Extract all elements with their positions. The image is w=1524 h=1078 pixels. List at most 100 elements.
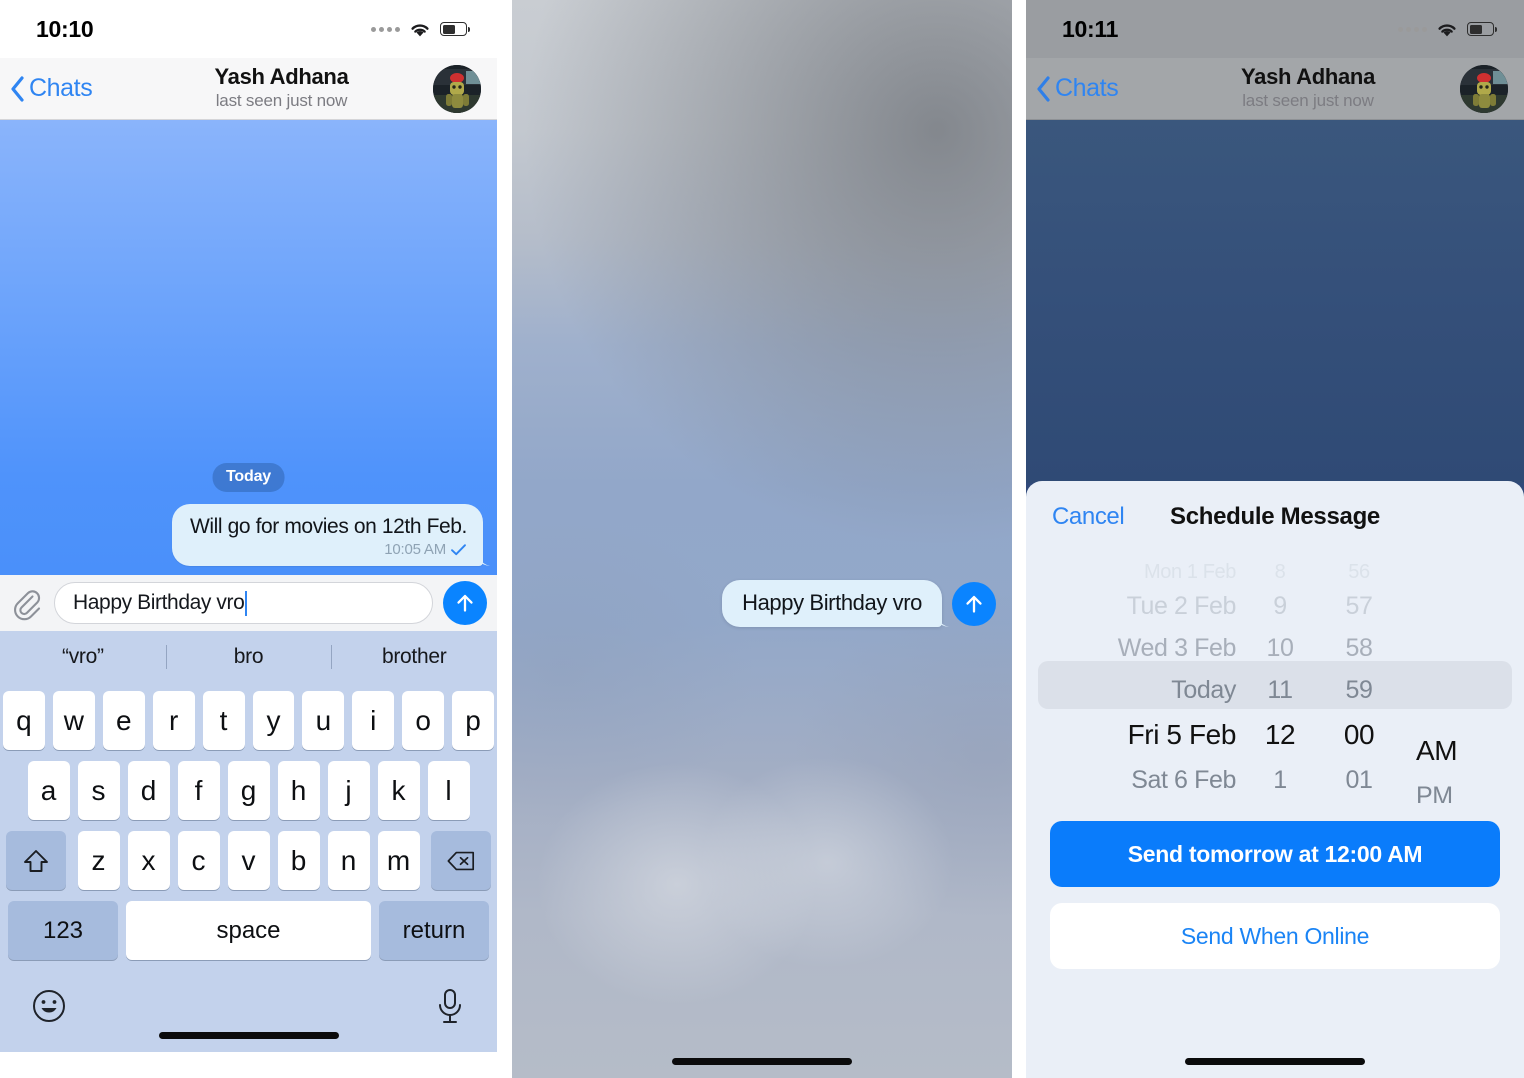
compose-preview-row: Happy Birthday vro [722,580,996,627]
send-arrow-up-icon [966,595,982,613]
chat-header: Chats Yash Adhana last seen just now [1026,58,1524,120]
picker-hour-option[interactable]: 1 [1273,759,1287,801]
key-e[interactable]: e [102,691,145,750]
picker-hour-option[interactable]: 8 [1275,559,1286,585]
message-input[interactable]: Happy Birthday vro [54,582,433,624]
schedule-message-sheet: Cancel Schedule Message Mon 1 Feb Tue 2 … [1026,481,1524,1078]
picker-column-ampm[interactable]: x x x x AM PM [1402,559,1512,803]
avatar-image [1460,64,1508,113]
key-q[interactable]: q [2,691,45,750]
key-a[interactable]: a [27,761,70,820]
key-t[interactable]: t [202,691,245,750]
return-key[interactable]: return [379,901,489,960]
keyboard-row-4: 123 space return [3,901,494,960]
picker-date-option[interactable]: Tue 2 Feb [1127,585,1237,627]
picker-date-option[interactable]: Sat 6 Feb [1131,759,1236,801]
picker-ampm-selected[interactable]: AM [1416,727,1458,775]
pending-message-bubble[interactable]: Happy Birthday vro [722,580,942,627]
space-key[interactable]: space [126,901,371,960]
backspace-key[interactable] [431,831,491,890]
avatar[interactable] [1460,64,1508,113]
picker-date-option[interactable]: Mon 1 Feb [1144,559,1236,585]
chat-title-block[interactable]: Yash Adhana last seen just now [1156,64,1460,111]
key-w[interactable]: w [52,691,95,750]
key-y[interactable]: y [252,691,295,750]
picker-hour-option[interactable]: 11 [1267,669,1293,711]
avatar-image [433,64,481,113]
key-s[interactable]: s [77,761,120,820]
key-g[interactable]: g [227,761,270,820]
key-d[interactable]: d [127,761,170,820]
picker-minute-option[interactable]: 57 [1345,585,1372,627]
microphone-icon[interactable] [433,986,467,1026]
suggestion-1[interactable]: bro [166,645,332,669]
shift-key[interactable] [6,831,66,890]
chat-title-block[interactable]: Yash Adhana last seen just now [130,64,433,111]
key-b[interactable]: b [277,831,320,890]
key-l[interactable]: l [427,761,470,820]
key-p[interactable]: p [452,691,495,750]
picker-minute-option[interactable]: 01 [1345,759,1372,801]
status-bar: 10:10 [0,0,497,58]
cancel-button[interactable]: Cancel [1052,503,1125,531]
message-input-value: Happy Birthday vro [73,591,245,614]
picker-date-option[interactable]: Wed 3 Feb [1118,627,1237,669]
key-o[interactable]: o [402,691,445,750]
picker-column-hour[interactable]: 8 9 10 11 12 1 2 3 [1244,559,1316,803]
page-title: Yash Adhana [214,64,349,89]
picker-column-minute[interactable]: 56 57 58 59 00 01 02 03 [1316,559,1402,803]
numbers-key[interactable]: 123 [8,901,118,960]
keyboard: “vro” bro brother q w e r t y u i o p a … [0,631,497,1052]
key-f[interactable]: f [177,761,220,820]
key-m[interactable]: m [377,831,420,890]
emoji-smiley-icon[interactable] [30,987,68,1025]
picker-minute-option[interactable]: 56 [1348,559,1370,585]
picker-minute-option[interactable]: 58 [1345,627,1372,669]
phone-panel-context-menu: Happy Birthday vro Send Without Sound [512,0,1012,1078]
battery-icon [440,22,470,36]
send-button[interactable] [443,581,487,625]
key-r[interactable]: r [152,691,195,750]
message-text: Will go for movies on 12th Feb. [189,515,467,538]
picker-ampm-option[interactable]: PM [1416,775,1453,804]
home-indicator [672,1058,852,1065]
send-tomorrow-button[interactable]: Send tomorrow at 12:00 AM [1050,821,1500,887]
picker-hour-option[interactable]: 2 [1273,801,1287,803]
outgoing-message-bubble[interactable]: Will go for movies on 12th Feb. 10:05 AM [171,504,483,566]
picker-date-option[interactable]: Sun 7 Feb [1124,801,1236,803]
picker-minute-option[interactable]: 02 [1345,801,1372,803]
status-indicators [1398,21,1497,38]
picker-hour-option[interactable]: 10 [1266,627,1293,669]
picker-hour-option[interactable]: 9 [1273,585,1287,627]
status-indicators [371,21,470,38]
check-read-icon [451,544,466,556]
keyboard-row-3: z x c v b n m [3,831,494,890]
suggestion-2[interactable]: brother [331,645,497,669]
picker-column-date[interactable]: Mon 1 Feb Tue 2 Feb Wed 3 Feb Today Fri … [1026,559,1244,803]
key-u[interactable]: u [302,691,345,750]
picker-minute-selected[interactable]: 00 [1344,711,1375,759]
key-j[interactable]: j [327,761,370,820]
suggestion-0[interactable]: “vro” [0,645,166,669]
datetime-picker[interactable]: Mon 1 Feb Tue 2 Feb Wed 3 Feb Today Fri … [1026,553,1524,803]
picker-hour-selected[interactable]: 12 [1265,711,1296,759]
key-h[interactable]: h [277,761,320,820]
picker-date-option[interactable]: Today [1171,669,1236,711]
key-x[interactable]: x [127,831,170,890]
page-title: Yash Adhana [1240,64,1376,89]
avatar[interactable] [433,64,481,113]
send-when-online-button[interactable]: Send When Online [1050,903,1500,969]
key-v[interactable]: v [227,831,270,890]
picker-minute-option[interactable]: 59 [1345,669,1372,711]
back-to-chats-button[interactable]: Chats [1036,74,1156,103]
paperclip-icon[interactable] [8,585,44,621]
key-c[interactable]: c [177,831,220,890]
chat-message-area: Today Will go for movies on 12th Feb. 10… [0,120,497,575]
back-to-chats-button[interactable]: Chats [10,74,130,103]
key-z[interactable]: z [77,831,120,890]
key-n[interactable]: n [327,831,370,890]
send-button[interactable] [952,581,996,626]
picker-date-selected[interactable]: Fri 5 Feb [1128,711,1237,759]
key-i[interactable]: i [352,691,395,750]
key-k[interactable]: k [377,761,420,820]
